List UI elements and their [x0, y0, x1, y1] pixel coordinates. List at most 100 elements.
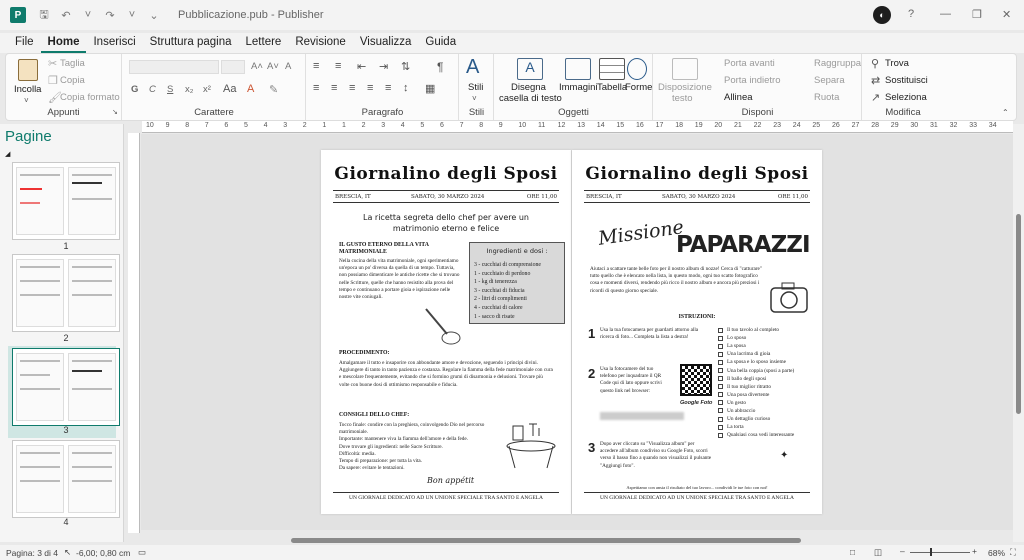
text-box-icon[interactable]: A [517, 58, 543, 80]
page-thumbnail-2[interactable] [12, 254, 120, 332]
show-marks-button[interactable]: ¶ [437, 60, 443, 74]
align-right-icon[interactable]: ≡ [349, 82, 355, 94]
avatar[interactable]: ◐ [873, 6, 891, 24]
undo-icon[interactable]: ↶ [58, 7, 74, 23]
change-case-icon[interactable]: Aa [223, 83, 236, 95]
decrease-indent-icon[interactable]: ⇤ [357, 60, 366, 73]
highlight-icon[interactable]: ✎ [269, 83, 278, 96]
find-button[interactable]: Trova [885, 58, 909, 69]
customize-icon[interactable]: ⌄ [146, 7, 162, 23]
checklist-item[interactable]: Un dettaglio curioso [718, 415, 810, 423]
bullets-icon[interactable]: ≡ [313, 60, 319, 72]
two-page-view-icon[interactable]: ◫ [874, 547, 882, 558]
tab-home[interactable]: Home [40, 33, 87, 53]
group-button[interactable]: Raggruppa [814, 58, 861, 69]
page-right[interactable]: Giornalino degli Sposi BRESCIA, IT SABAT… [572, 150, 822, 514]
checklist-item[interactable]: La torta [718, 423, 810, 431]
collapse-icon[interactable]: ◢ [5, 150, 10, 158]
close-icon[interactable]: ✕ [1002, 8, 1011, 21]
zoom-in-icon[interactable]: + [972, 546, 977, 556]
checklist-item[interactable]: La sposa e lo sposo insieme [718, 358, 810, 366]
bold-button[interactable]: G [131, 84, 138, 95]
help-icon[interactable]: ? [908, 8, 914, 20]
checklist-item[interactable]: La sposa [718, 342, 810, 350]
checklist-item[interactable]: Una lacrima di gioia [718, 350, 810, 358]
shrink-font-button[interactable]: A˅ [267, 61, 279, 72]
paste-icon[interactable] [18, 59, 38, 81]
numbering-icon[interactable]: ≡ [335, 60, 341, 72]
layout-icon[interactable]: ▭ [138, 547, 146, 558]
images-button[interactable]: Immagini [559, 82, 598, 93]
zoom-slider[interactable] [910, 552, 970, 553]
collapse-ribbon-icon[interactable]: ⌃ [1002, 108, 1009, 117]
draw-textbox-button-line2[interactable]: casella di testo [499, 93, 562, 104]
table-button[interactable]: Tabella [597, 82, 627, 93]
document-canvas[interactable]: Giornalino degli Sposi BRESCIA, IT SABAT… [141, 134, 1013, 530]
horizontal-scrollbar[interactable] [141, 536, 1013, 544]
checklist-item[interactable]: Un abbraccio [718, 407, 810, 415]
checkbox-icon[interactable] [718, 327, 723, 333]
shapes-button[interactable]: Forme [625, 82, 652, 93]
format-painter-button[interactable]: Copia formato [60, 92, 120, 103]
checkbox-icon[interactable] [718, 400, 723, 406]
checklist-item[interactable]: Il ballo degli sposi [718, 375, 810, 383]
cut-button[interactable]: Taglia [60, 58, 85, 69]
align-button[interactable]: Allinea [724, 92, 753, 103]
vertical-ruler[interactable] [128, 133, 140, 533]
zoom-slider-thumb[interactable] [930, 548, 932, 556]
checkbox-icon[interactable] [718, 351, 723, 357]
paste-button[interactable]: Incolla [14, 84, 41, 95]
columns-icon[interactable]: ▦ [425, 82, 435, 95]
checklist-item[interactable]: Un gesto [718, 399, 810, 407]
font-name-dropdown[interactable] [129, 60, 219, 74]
shapes-icon[interactable] [627, 58, 647, 80]
justify-icon[interactable]: ≡ [367, 82, 373, 94]
checkbox-icon[interactable] [718, 424, 723, 430]
subscript-button[interactable]: x₂ [185, 84, 193, 95]
horizontal-ruler[interactable]: 10 9 8 7 6 5 4 3 2 1 1 2 3 4 5 6 7 8 9 10 11 12 13 14 15 16 17 18 19… [142, 121, 1013, 133]
page-thumbnail-4[interactable] [12, 440, 120, 518]
page-left[interactable]: Giornalino degli Sposi BRESCIA, IT SABAT… [321, 150, 571, 514]
superscript-button[interactable]: x² [203, 84, 211, 95]
checklist-item[interactable]: Una bella coppia (sposi a parte) [718, 366, 810, 374]
styles-button[interactable]: Stili [468, 82, 483, 93]
checkbox-icon[interactable] [718, 408, 723, 414]
zoom-out-icon[interactable]: – [900, 546, 905, 556]
scrollbar-thumb[interactable] [291, 538, 801, 543]
sort-icon[interactable]: ⇅ [401, 60, 410, 73]
checkbox-icon[interactable] [718, 359, 723, 365]
bring-forward-button[interactable]: Porta avanti [724, 58, 775, 69]
vertical-scrollbar[interactable] [1013, 124, 1024, 542]
tab-file[interactable]: File [8, 33, 41, 53]
page-indicator[interactable]: Pagina: 3 di 4 [6, 548, 58, 558]
dropdown-icon[interactable]: ˅ [80, 7, 96, 23]
chevron-down-icon[interactable]: ˅ [472, 94, 477, 103]
checkbox-icon[interactable] [718, 335, 723, 341]
chevron-down-icon[interactable]: ˅ [24, 96, 29, 105]
dropdown-icon[interactable]: ˅ [124, 7, 140, 23]
checklist-item[interactable]: Qualsiasi cosa vedi interessante [718, 431, 810, 439]
page-thumbnail-3[interactable] [12, 348, 120, 426]
tab-lettere[interactable]: Lettere [239, 33, 289, 53]
underline-button[interactable]: S [167, 84, 173, 95]
qr-code[interactable] [680, 364, 712, 396]
single-page-view-icon[interactable]: □ [850, 547, 855, 557]
font-color-icon[interactable]: A [247, 83, 254, 95]
save-icon[interactable]: 🖫 [36, 7, 52, 23]
checkbox-icon[interactable] [718, 384, 723, 390]
replace-button[interactable]: Sostituisci [885, 75, 928, 86]
font-size-dropdown[interactable] [221, 60, 245, 74]
checklist-item[interactable]: Il tuo tavolo al completo [718, 326, 810, 334]
checkbox-icon[interactable] [718, 343, 723, 349]
tab-revisione[interactable]: Revisione [288, 33, 353, 53]
checkbox-icon[interactable] [718, 392, 723, 398]
line-spacing-icon[interactable]: ↕ [403, 82, 409, 94]
select-button[interactable]: Seleziona [885, 92, 927, 103]
rotate-button[interactable]: Ruota [814, 92, 839, 103]
checkbox-icon[interactable] [718, 416, 723, 422]
zoom-level[interactable]: 68% [988, 548, 1005, 558]
align-center-icon[interactable]: ≡ [331, 82, 337, 94]
copy-button[interactable]: Copia [60, 75, 85, 86]
distributed-icon[interactable]: ≡ [385, 82, 391, 94]
scrollbar-thumb[interactable] [1016, 214, 1021, 414]
